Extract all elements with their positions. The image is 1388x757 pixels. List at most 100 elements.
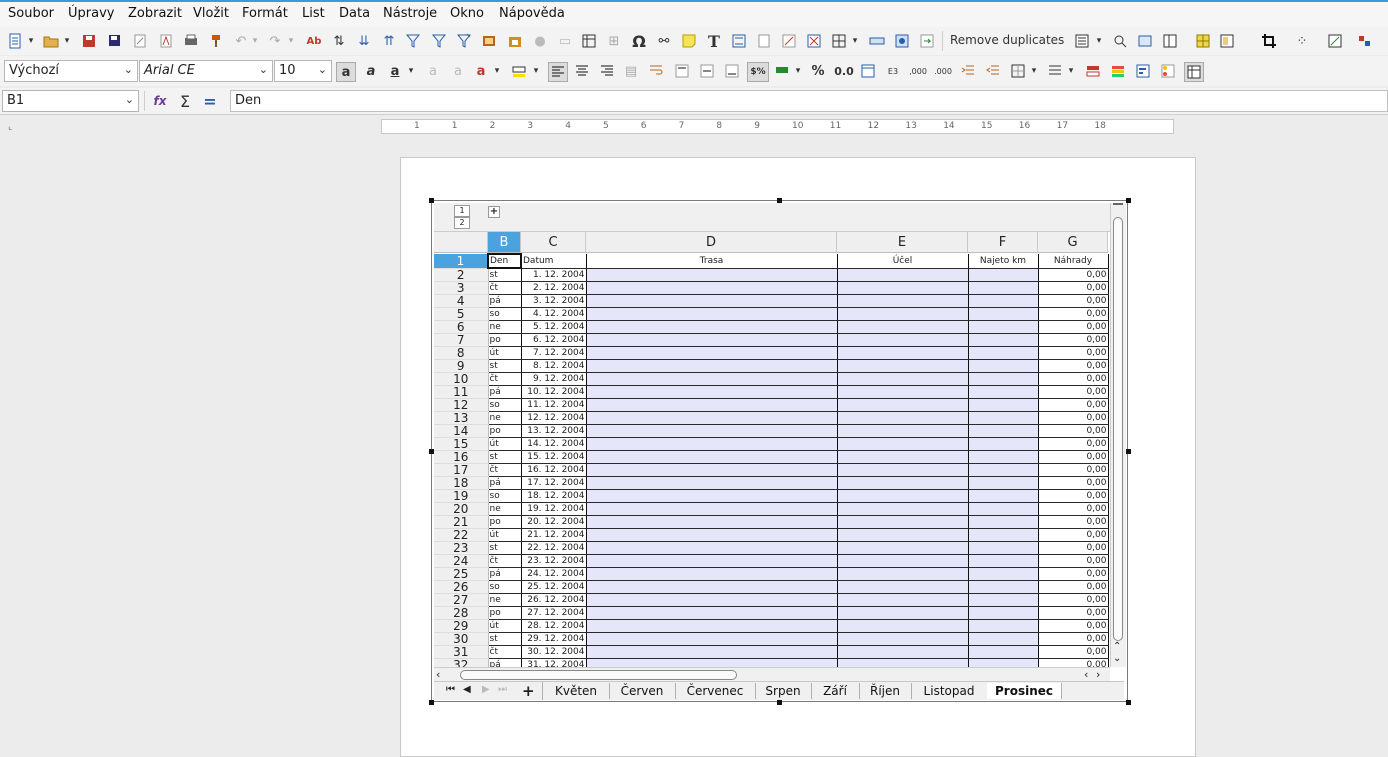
cell-den[interactable]: pá [488, 385, 522, 399]
row-header[interactable]: 3 [434, 281, 489, 295]
cell-nahrady[interactable]: 0,00 [1038, 502, 1109, 516]
cell-den[interactable]: út [488, 528, 522, 542]
cell-ucel[interactable] [837, 528, 969, 542]
align-middle-icon[interactable] [698, 62, 716, 80]
row-header[interactable]: 22 [434, 528, 489, 542]
cell-najeto[interactable] [968, 515, 1039, 529]
cell-nahrady[interactable]: 0,00 [1038, 346, 1109, 360]
undo-dropdown-icon[interactable]: ▾ [250, 32, 260, 50]
align-right-icon[interactable] [598, 62, 616, 80]
cell-najeto[interactable] [968, 385, 1039, 399]
font-size-select[interactable]: 10 ⌄ [274, 60, 332, 82]
tab-stop-icon[interactable]: ⌞ [8, 122, 12, 132]
row-header[interactable]: 25 [434, 567, 489, 581]
cell-den[interactable]: út [488, 346, 522, 360]
cell-nahrady[interactable]: 0,00 [1038, 476, 1109, 490]
cell-trasa[interactable] [586, 502, 838, 516]
cell-ucel[interactable] [837, 632, 969, 646]
cell-ucel[interactable] [837, 658, 969, 667]
cell-datum[interactable]: 23. 12. 2004 [521, 554, 587, 568]
row-header[interactable]: 28 [434, 606, 489, 620]
new-document-icon[interactable] [6, 32, 24, 50]
crop-icon[interactable] [1260, 32, 1278, 50]
edit-chart-icon[interactable] [1326, 32, 1344, 50]
column-header-c[interactable]: C [521, 232, 586, 253]
row-header[interactable]: 11 [434, 385, 489, 399]
cell-najeto[interactable] [968, 424, 1039, 438]
print-icon[interactable] [182, 32, 200, 50]
cell-datum[interactable]: 24. 12. 2004 [521, 567, 587, 581]
horizontal-ruler[interactable]: 1 1 2 3 4 5 6 7 8 9 10 11 12 13 14 15 16 17 18 [381, 119, 1174, 134]
sidebar-icon[interactable] [1194, 32, 1212, 50]
cell-den-header[interactable]: Den [487, 253, 522, 269]
cell-najeto[interactable] [968, 398, 1039, 412]
cell-datum[interactable]: 10. 12. 2004 [521, 385, 587, 399]
vertical-scroll-thumb[interactable] [1113, 217, 1123, 641]
cell-nahrady[interactable]: 0,00 [1038, 294, 1109, 308]
column-header-g[interactable]: G [1038, 232, 1108, 253]
cell-ucel[interactable] [837, 359, 969, 373]
cell-den[interactable]: čt [488, 645, 522, 659]
cell-najeto[interactable] [968, 437, 1039, 451]
cell-datum[interactable]: 16. 12. 2004 [521, 463, 587, 477]
cell-trasa[interactable] [586, 424, 838, 438]
row-header[interactable]: 27 [434, 593, 489, 607]
cell-den[interactable]: so [488, 580, 522, 594]
row-header[interactable]: 17 [434, 463, 489, 477]
cell-ucel[interactable] [837, 268, 969, 282]
cell-trasa-header[interactable]: Trasa [586, 254, 838, 269]
cell-datum[interactable]: 29. 12. 2004 [521, 632, 587, 646]
thousands-separator-icon[interactable]: ,000 [909, 62, 927, 80]
cell-najeto[interactable] [968, 281, 1039, 295]
open-dropdown-icon[interactable]: ▾ [62, 32, 72, 50]
function-wizard-icon[interactable]: fx [151, 92, 169, 110]
cell-ucel[interactable] [837, 307, 969, 321]
standard-filter-icon[interactable] [430, 32, 448, 50]
cell-najeto[interactable] [968, 580, 1039, 594]
underline-dropdown-icon[interactable]: ▾ [406, 62, 416, 80]
header-footer-icon[interactable] [730, 32, 748, 50]
cell-nahrady[interactable]: 0,00 [1038, 619, 1109, 633]
row-header[interactable]: 9 [434, 359, 489, 373]
cell-borders-dropdown-icon[interactable]: ▾ [1029, 62, 1039, 80]
cell-datum[interactable]: 19. 12. 2004 [521, 502, 587, 516]
cell-ucel[interactable] [837, 320, 969, 334]
cell-den[interactable]: pá [488, 658, 522, 667]
number-format-button[interactable]: 0.0 [833, 62, 855, 80]
cell-ucel[interactable] [837, 294, 969, 308]
scroll-down-icon[interactable]: ⌄ [1113, 653, 1121, 664]
cell-nahrady[interactable]: 0,00 [1038, 463, 1109, 477]
undo-icon[interactable]: ↶ [232, 32, 250, 50]
cell-nahrady[interactable]: 0,00 [1038, 515, 1109, 529]
row-header[interactable]: 4 [434, 294, 489, 308]
shadow-icon[interactable]: a [449, 62, 467, 80]
cell-datum[interactable]: 3. 12. 2004 [521, 294, 587, 308]
merge-cells-icon[interactable]: ▤ [622, 62, 640, 80]
cell-datum[interactable]: 11. 12. 2004 [521, 398, 587, 412]
special-character-icon[interactable]: Ω [630, 32, 648, 51]
scroll-left-small-icon[interactable]: ‹ [1084, 668, 1088, 681]
cell-najeto[interactable] [968, 606, 1039, 620]
clone-formatting-icon[interactable] [207, 32, 225, 50]
row-header-1[interactable]: 1 [434, 254, 489, 269]
scroll-left-icon[interactable]: ‹ [436, 668, 440, 681]
cell-najeto[interactable] [968, 359, 1039, 373]
insert-image-icon[interactable] [480, 32, 498, 50]
navigator-dropdown-icon[interactable]: ▾ [1094, 32, 1104, 50]
row-header[interactable]: 24 [434, 554, 489, 568]
row-header[interactable]: 21 [434, 515, 489, 529]
highlight-color-icon[interactable] [510, 62, 528, 80]
cell-trasa[interactable] [586, 307, 838, 321]
row-header[interactable]: 23 [434, 541, 489, 555]
cell-najeto[interactable] [968, 411, 1039, 425]
cell-trasa[interactable] [586, 463, 838, 477]
navigator-icon[interactable] [1073, 32, 1091, 50]
currency-format-button[interactable]: $% [747, 62, 769, 82]
cell-datum[interactable]: 4. 12. 2004 [521, 307, 587, 321]
cell-trasa[interactable] [586, 606, 838, 620]
redo-dropdown-icon[interactable]: ▾ [286, 32, 296, 50]
cell-den[interactable]: st [488, 541, 522, 555]
cell-najeto-header[interactable]: Najeto km [968, 254, 1039, 269]
name-box[interactable]: B1 ⌄ [2, 90, 139, 112]
align-left-icon[interactable] [548, 62, 568, 82]
